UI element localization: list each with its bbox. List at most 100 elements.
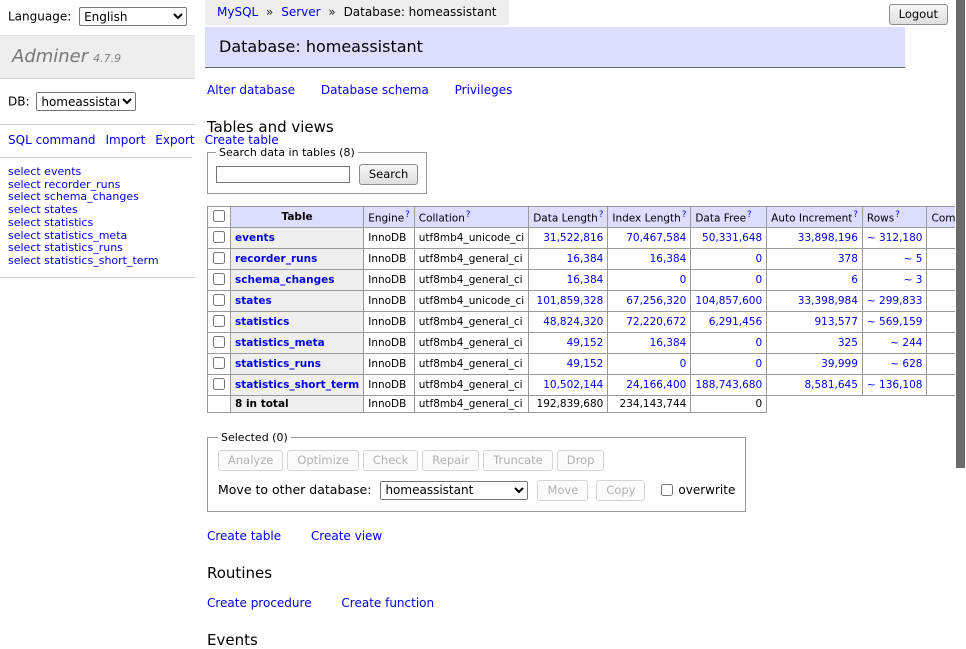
row-checkbox[interactable] <box>213 252 225 264</box>
row-checkbox[interactable] <box>213 315 225 327</box>
sidebar-sql-command-link[interactable]: SQL command <box>8 133 95 147</box>
data-free-link[interactable]: 50,331,648 <box>702 232 762 244</box>
index-length-link[interactable]: 24,166,400 <box>626 379 686 391</box>
sidebar-select-states-link[interactable]: select states <box>8 203 78 216</box>
help-link[interactable]: ? <box>682 210 687 220</box>
breadcrumb-server-link[interactable]: Server <box>281 5 320 19</box>
alter-database-link[interactable]: Alter database <box>207 83 295 97</box>
rows-approx-link[interactable]: ~ 569,159 <box>867 316 923 328</box>
rows-approx-link[interactable]: ~ 299,833 <box>867 295 923 307</box>
move-db-select[interactable]: homeassistant <box>380 481 528 500</box>
row-checkbox[interactable] <box>213 336 225 348</box>
search-input[interactable] <box>216 166 350 183</box>
data-length-link[interactable]: 48,824,320 <box>543 316 603 328</box>
rows-approx-link[interactable]: ~ 3 <box>904 274 923 286</box>
row-checkbox[interactable] <box>213 294 225 306</box>
data-free-link[interactable]: 0 <box>755 274 762 286</box>
copy-button[interactable]: Copy <box>596 480 645 501</box>
language-select[interactable]: English <box>79 7 187 26</box>
auto-increment-link[interactable]: 33,398,984 <box>798 295 858 307</box>
help-link[interactable]: ? <box>747 210 752 220</box>
bulk-drop-button[interactable]: Drop <box>557 450 605 471</box>
rows-approx-link[interactable]: ~ 244 <box>890 337 922 349</box>
breadcrumb-mysql-link[interactable]: MySQL <box>217 5 258 19</box>
data-length-link[interactable]: 16,384 <box>567 274 604 286</box>
table-name-link[interactable]: statistics_meta <box>235 337 325 349</box>
sidebar-select-recorder-runs-link[interactable]: select recorder_runs <box>8 178 120 191</box>
data-free-link[interactable]: 0 <box>755 337 762 349</box>
move-button[interactable]: Move <box>537 480 588 501</box>
data-free-link[interactable]: 0 <box>755 358 762 370</box>
row-checkbox[interactable] <box>213 273 225 285</box>
vertical-scrollbar[interactable] <box>955 0 966 543</box>
index-length-link[interactable]: 16,384 <box>650 337 687 349</box>
help-link[interactable]: ? <box>895 210 900 220</box>
sidebar-select-statistics-runs-link[interactable]: select statistics_runs <box>8 241 123 254</box>
table-name-link[interactable]: events <box>235 232 275 244</box>
db-select[interactable]: homeassistant <box>36 92 136 111</box>
auto-increment-link[interactable]: 325 <box>838 337 858 349</box>
data-free-link[interactable]: 0 <box>755 253 762 265</box>
auto-increment-link[interactable]: 39,999 <box>821 358 858 370</box>
table-name-link[interactable]: statistics_runs <box>235 358 321 370</box>
index-length-link[interactable]: 16,384 <box>650 253 687 265</box>
bulk-repair-button[interactable]: Repair <box>422 450 479 471</box>
data-length-link[interactable]: 49,152 <box>567 337 604 349</box>
data-length-link[interactable]: 101,859,328 <box>537 295 604 307</box>
index-length-link[interactable]: 70,467,584 <box>626 232 686 244</box>
index-length-link[interactable]: 0 <box>680 358 687 370</box>
privileges-link[interactable]: Privileges <box>455 83 513 97</box>
data-free-link[interactable]: 6,291,456 <box>709 316 762 328</box>
database-schema-link[interactable]: Database schema <box>321 83 429 97</box>
auto-increment-link[interactable]: 378 <box>838 253 858 265</box>
auto-increment-link[interactable]: 33,898,196 <box>798 232 858 244</box>
rows-approx-link[interactable]: ~ 628 <box>890 358 922 370</box>
data-length-link[interactable]: 16,384 <box>567 253 604 265</box>
auto-increment-link[interactable]: 8,581,645 <box>804 379 857 391</box>
row-checkbox[interactable] <box>213 378 225 390</box>
auto-increment-link[interactable]: 6 <box>851 274 858 286</box>
sidebar-select-statistics-link[interactable]: select statistics <box>8 216 93 229</box>
sidebar-select-statistics-short-term-link[interactable]: select statistics_short_term <box>8 254 159 267</box>
select-all-checkbox[interactable] <box>213 210 225 222</box>
create-function-link[interactable]: Create function <box>341 596 434 610</box>
row-checkbox[interactable] <box>213 231 225 243</box>
rows-approx-link[interactable]: ~ 312,180 <box>867 232 923 244</box>
create-table-link[interactable]: Create table <box>207 529 281 543</box>
help-link[interactable]: ? <box>405 210 410 220</box>
sidebar-import-link[interactable]: Import <box>105 133 145 147</box>
help-link[interactable]: ? <box>599 210 604 220</box>
create-view-link[interactable]: Create view <box>311 529 382 543</box>
data-length-link[interactable]: 10,502,144 <box>543 379 603 391</box>
help-link[interactable]: ? <box>853 210 858 220</box>
index-length-link[interactable]: 72,220,672 <box>626 316 686 328</box>
row-checkbox[interactable] <box>213 357 225 369</box>
sidebar-select-schema-changes-link[interactable]: select schema_changes <box>8 190 139 203</box>
data-free-link[interactable]: 188,743,680 <box>695 379 762 391</box>
data-length-link[interactable]: 49,152 <box>567 358 604 370</box>
table-name-link[interactable]: schema_changes <box>235 274 335 286</box>
sidebar-select-statistics-meta-link[interactable]: select statistics_meta <box>8 229 127 242</box>
bulk-truncate-button[interactable]: Truncate <box>483 450 553 471</box>
table-name-link[interactable]: recorder_runs <box>235 253 317 265</box>
auto-increment-link[interactable]: 913,577 <box>815 316 858 328</box>
rows-approx-link[interactable]: ~ 136,108 <box>867 379 923 391</box>
rows-approx-link[interactable]: ~ 5 <box>904 253 923 265</box>
bulk-check-button[interactable]: Check <box>363 450 418 471</box>
sidebar-select-events-link[interactable]: select events <box>8 165 81 178</box>
create-procedure-link[interactable]: Create procedure <box>207 596 312 610</box>
sidebar-export-link[interactable]: Export <box>155 133 194 147</box>
data-length-link[interactable]: 31,522,816 <box>543 232 603 244</box>
overwrite-checkbox[interactable] <box>661 484 673 496</box>
logout-button[interactable]: Logout <box>889 4 948 25</box>
table-name-link[interactable]: statistics_short_term <box>235 379 359 391</box>
help-link[interactable]: ? <box>466 210 471 220</box>
data-free-link[interactable]: 104,857,600 <box>695 295 762 307</box>
scrollbar-thumb[interactable] <box>956 0 965 468</box>
bulk-optimize-button[interactable]: Optimize <box>287 450 359 471</box>
index-length-link[interactable]: 0 <box>680 274 687 286</box>
table-name-link[interactable]: states <box>235 295 272 307</box>
search-button[interactable]: Search <box>359 164 419 185</box>
index-length-link[interactable]: 67,256,320 <box>626 295 686 307</box>
table-name-link[interactable]: statistics <box>235 316 289 328</box>
